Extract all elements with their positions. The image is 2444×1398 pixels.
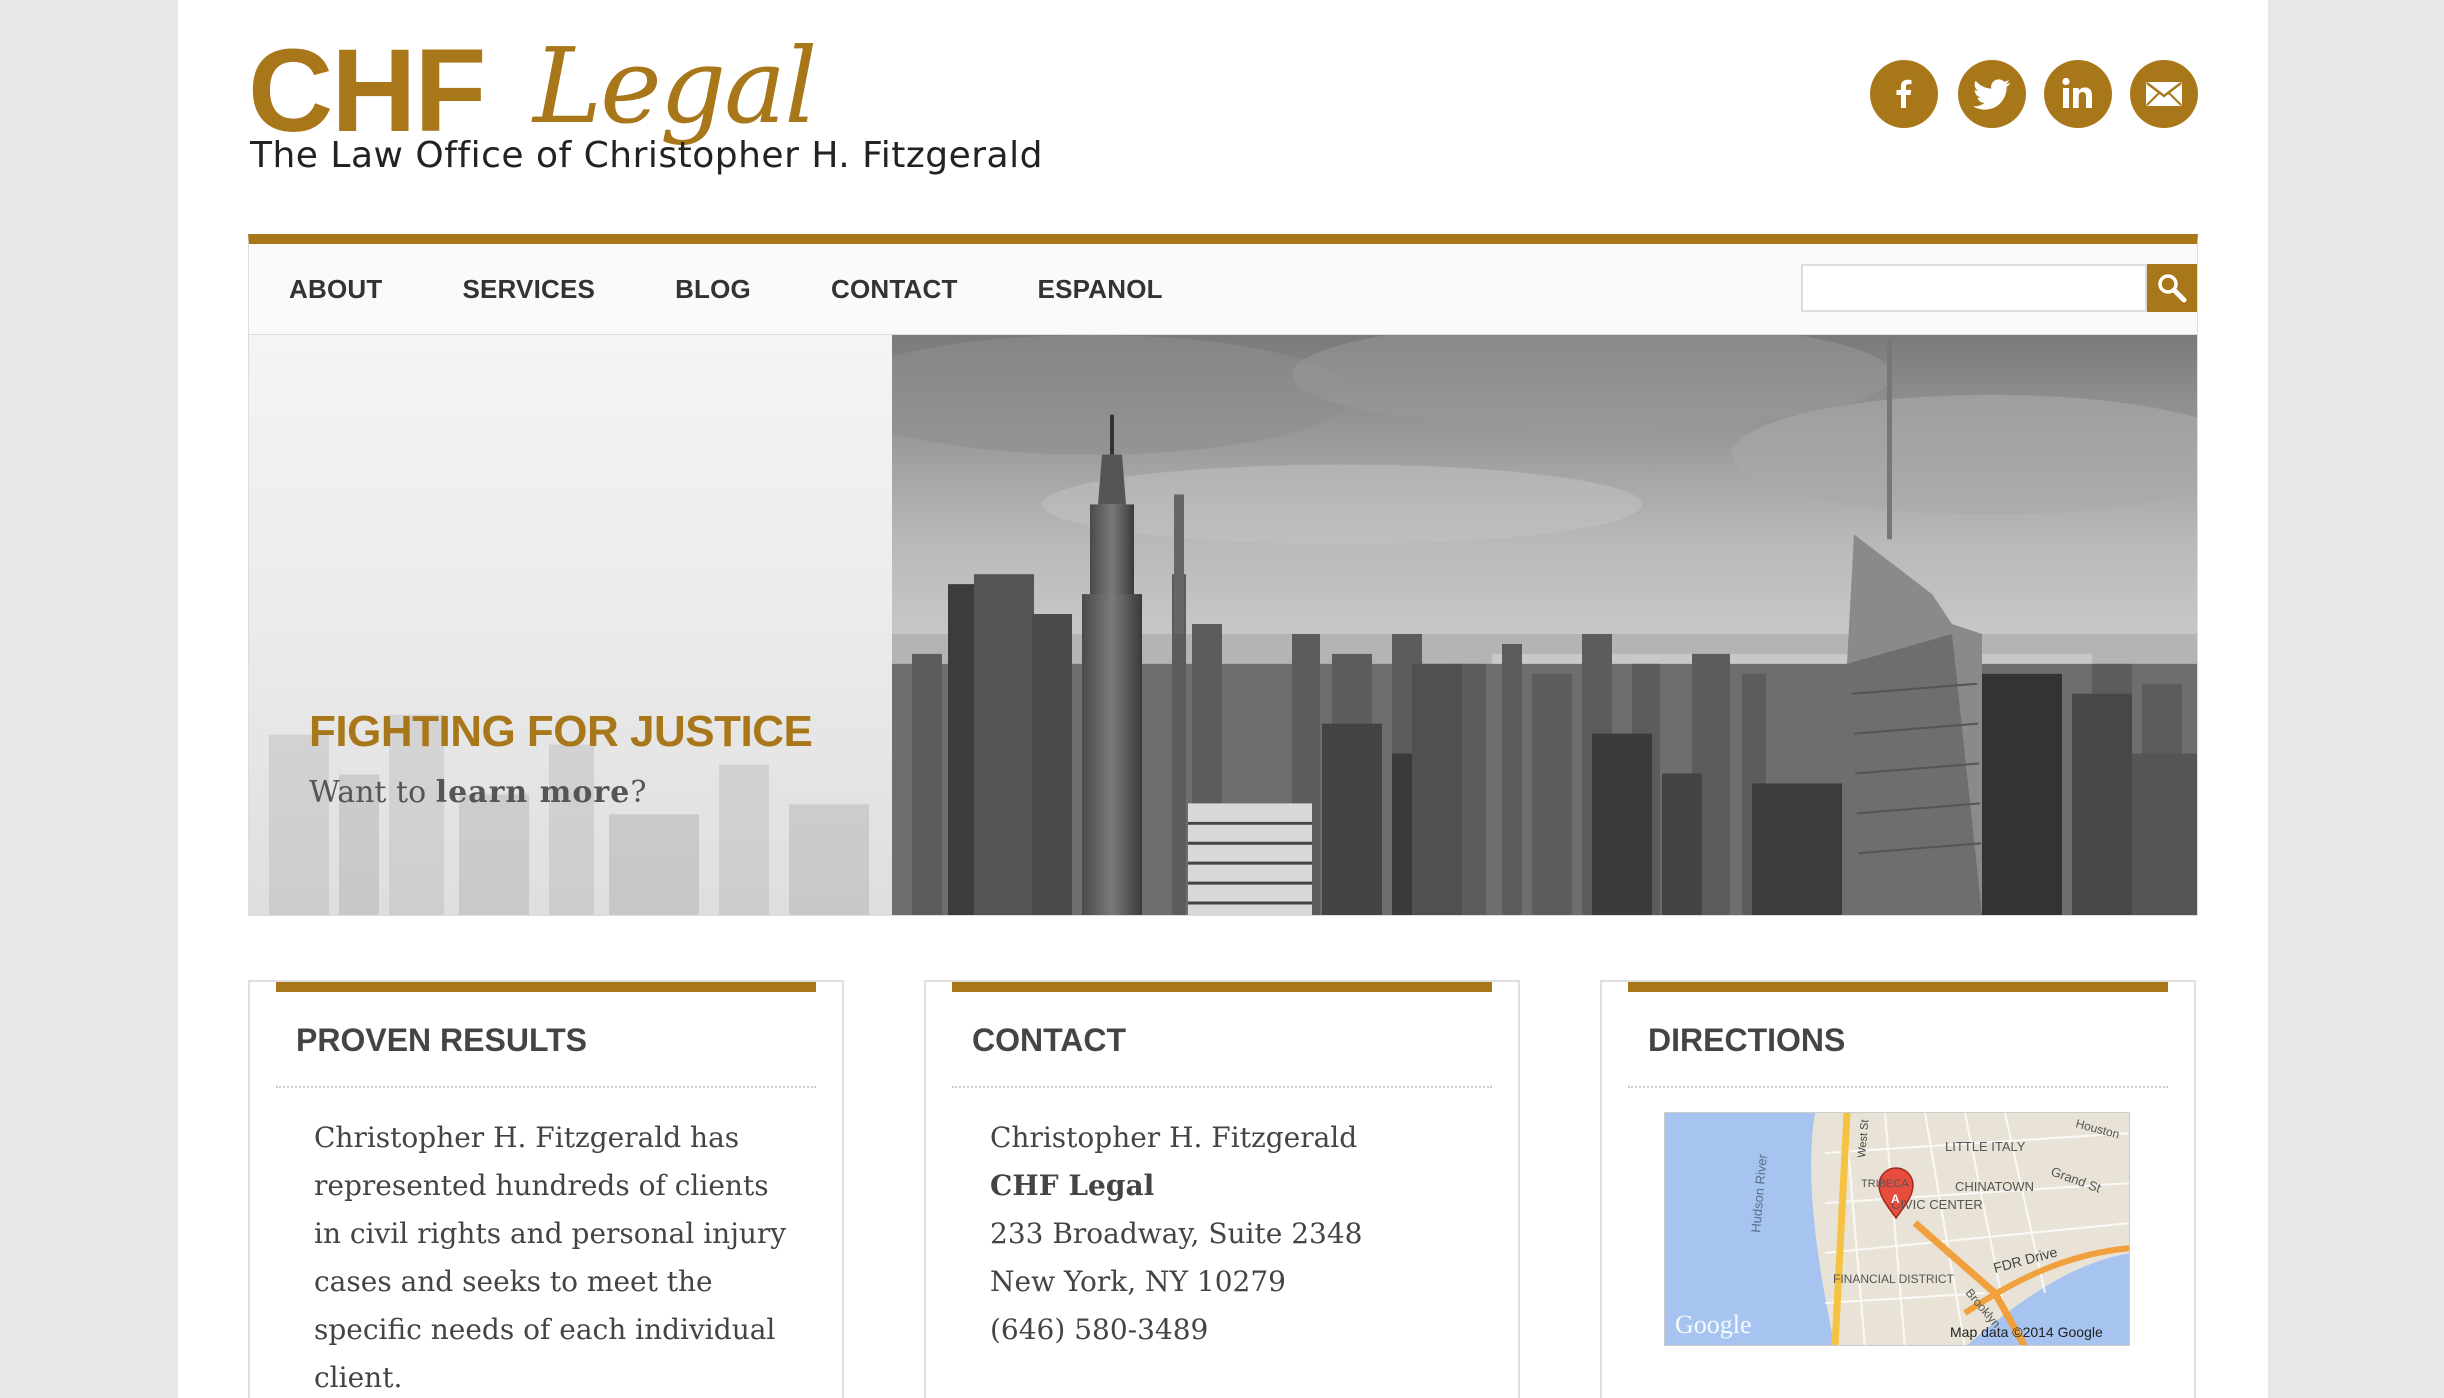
map-label-tribeca: TRIBECA xyxy=(1861,1178,1909,1190)
site-logo[interactable]: CHF Legal The Law Office of Christopher … xyxy=(248,25,1042,182)
search-input[interactable] xyxy=(1801,264,2147,312)
card-accent-bar xyxy=(952,982,1492,992)
faded-skyline-image xyxy=(269,714,869,915)
page-container: CHF Legal The Law Office of Christopher … xyxy=(178,0,2268,1398)
contact-name: Christopher H. Fitzgerald xyxy=(990,1121,1358,1154)
map-marker-label: A xyxy=(1891,1192,1900,1206)
twitter-icon[interactable] xyxy=(1958,60,2026,128)
main-navigation: ABOUT SERVICES BLOG CONTACT ESPANOL xyxy=(248,234,2198,334)
logo-chf-text: CHF xyxy=(248,25,487,157)
proven-results-title: PROVEN RESULTS xyxy=(296,1022,587,1058)
contact-title: CONTACT xyxy=(972,1022,1127,1058)
logo-legal-text: Legal xyxy=(533,25,817,147)
map-graphic: Hudson River West St LITTLE ITALY Grand … xyxy=(1665,1113,2129,1345)
card-divider xyxy=(1628,1086,2168,1088)
hero-banner: FIGHTING FOR JUSTICE Want to learn more? xyxy=(248,334,2198,916)
map-label-chinatown: CHINATOWN xyxy=(1955,1179,2034,1194)
learn-more-link[interactable]: learn more xyxy=(436,775,631,810)
proven-results-card: PROVEN RESULTS Christopher H. Fitzgerald… xyxy=(248,980,844,1398)
contact-firm: CHF Legal xyxy=(990,1169,1155,1202)
proven-results-text: Christopher H. Fitzgerald has represente… xyxy=(314,1121,787,1394)
map-label-little-italy: LITTLE ITALY xyxy=(1945,1139,2026,1154)
contact-card: CONTACT Christopher H. Fitzgerald CHF Le… xyxy=(924,980,1520,1398)
nav-item-services[interactable]: SERVICES xyxy=(462,274,595,305)
contact-address-line1: 233 Broadway, Suite 2348 xyxy=(990,1217,1363,1250)
email-glyph xyxy=(2146,82,2182,106)
map-label-financial: FINANCIAL DISTRICT xyxy=(1833,1272,1955,1286)
nav-item-about[interactable]: ABOUT xyxy=(289,274,382,305)
card-divider xyxy=(276,1086,816,1088)
card-accent-bar xyxy=(1628,982,2168,992)
contact-details: Christopher H. Fitzgerald CHF Legal 233 … xyxy=(990,1114,1478,1354)
directions-title: DIRECTIONS xyxy=(1648,1022,1846,1058)
directions-card: DIRECTIONS Hudson River West St LITTLE I… xyxy=(1600,980,2196,1398)
card-divider xyxy=(952,1086,1492,1088)
contact-phone[interactable]: (646) 580-3489 xyxy=(990,1306,1478,1354)
google-logo: Google xyxy=(1675,1310,1752,1339)
nav-menu: ABOUT SERVICES BLOG CONTACT ESPANOL xyxy=(289,244,1243,334)
email-icon[interactable] xyxy=(2130,60,2198,128)
hero-sub-suffix: ? xyxy=(630,775,647,810)
contact-address-line2: New York, NY 10279 xyxy=(990,1265,1286,1298)
directions-map[interactable]: Hudson River West St LITTLE ITALY Grand … xyxy=(1664,1112,2130,1346)
linkedin-glyph xyxy=(2062,77,2092,108)
hero-subtitle: Want to learn more? xyxy=(309,775,646,810)
map-attribution: Map data ©2014 Google xyxy=(1950,1324,2103,1340)
logo-tagline: The Law Office of Christopher H. Fitzger… xyxy=(250,135,1043,176)
hero-title: FIGHTING FOR JUSTICE xyxy=(309,707,813,756)
card-accent-bar xyxy=(276,982,816,992)
linkedin-icon[interactable] xyxy=(2044,60,2112,128)
twitter-glyph xyxy=(1973,79,2011,110)
hero-text-panel: FIGHTING FOR JUSTICE Want to learn more? xyxy=(249,335,892,915)
nav-item-blog[interactable]: BLOG xyxy=(675,274,751,305)
facebook-icon[interactable] xyxy=(1870,60,1938,128)
social-links xyxy=(1870,60,2198,128)
nav-item-contact[interactable]: CONTACT xyxy=(831,274,958,305)
search-icon xyxy=(2158,274,2187,303)
nyc-skyline-photo xyxy=(892,335,2197,915)
search-box xyxy=(1801,264,2197,312)
search-button[interactable] xyxy=(2147,264,2197,312)
map-label-civic: CIVIC CENTER xyxy=(1891,1197,1983,1212)
hero-sub-prefix: Want to xyxy=(309,775,436,810)
nav-item-espanol[interactable]: ESPANOL xyxy=(1038,274,1163,305)
facebook-glyph xyxy=(1896,79,1912,108)
